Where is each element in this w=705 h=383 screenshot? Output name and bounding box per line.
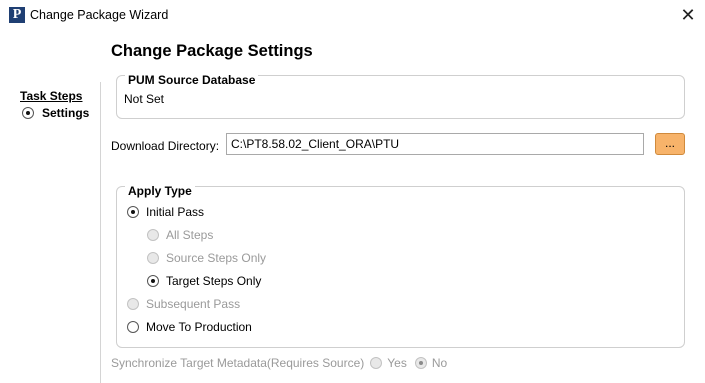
initial-pass-label: Initial Pass	[146, 205, 205, 219]
all-steps-label: All Steps	[166, 228, 214, 242]
all-steps-option[interactable]: All Steps	[147, 228, 213, 242]
sync-yes-radio[interactable]	[370, 357, 383, 369]
peoplesoft-app-icon: P	[9, 7, 25, 23]
move-to-production-option[interactable]: Move To Production	[127, 320, 252, 334]
pum-source-value: Not Set	[124, 92, 165, 106]
task-step-label: Settings	[42, 106, 90, 120]
panel-divider	[100, 82, 101, 383]
subsequent-pass-radio[interactable]	[127, 298, 139, 310]
page-title: Change Package Settings	[111, 42, 313, 60]
source-steps-only-radio[interactable]	[147, 252, 159, 264]
all-steps-radio[interactable]	[147, 229, 159, 241]
download-directory-label: Download Directory:	[111, 139, 220, 153]
move-to-production-label: Move To Production	[146, 320, 252, 334]
task-steps-title: Task Steps	[20, 89, 83, 103]
initial-pass-radio[interactable]	[127, 206, 139, 218]
sync-target-metadata-label: Synchronize Target Metadata(Requires Sou…	[111, 356, 365, 370]
pum-source-legend: PUM Source Database	[125, 73, 259, 87]
source-steps-only-option[interactable]: Source Steps Only	[147, 251, 266, 265]
browse-button[interactable]: ...	[655, 133, 685, 155]
sync-no-radio[interactable]	[414, 357, 427, 369]
task-steps-panel	[0, 32, 100, 383]
step-indicator-radio	[22, 107, 34, 119]
source-steps-only-label: Source Steps Only	[166, 251, 267, 265]
move-to-production-radio[interactable]	[127, 321, 139, 333]
sync-target-metadata-row: Synchronize Target Metadata(Requires Sou…	[111, 356, 447, 370]
close-icon: ✕	[680, 5, 696, 25]
target-steps-only-radio[interactable]	[147, 275, 159, 287]
target-steps-only-label: Target Steps Only	[166, 274, 262, 288]
sync-no-label: No	[431, 356, 448, 370]
initial-pass-option[interactable]: Initial Pass	[127, 205, 204, 219]
title-bar: P Change Package Wizard ✕	[0, 0, 705, 32]
sync-yes-label: Yes	[387, 356, 407, 370]
window-title: Change Package Wizard	[30, 8, 169, 22]
subsequent-pass-label: Subsequent Pass	[146, 297, 241, 311]
close-button[interactable]: ✕	[676, 4, 700, 26]
apply-type-legend: Apply Type	[125, 184, 195, 198]
subsequent-pass-option[interactable]: Subsequent Pass	[127, 297, 240, 311]
task-step-settings[interactable]: Settings	[22, 106, 89, 120]
target-steps-only-option[interactable]: Target Steps Only	[147, 274, 261, 288]
download-directory-input[interactable]: C:\PT8.58.02_Client_ORA\PTU	[226, 133, 644, 155]
